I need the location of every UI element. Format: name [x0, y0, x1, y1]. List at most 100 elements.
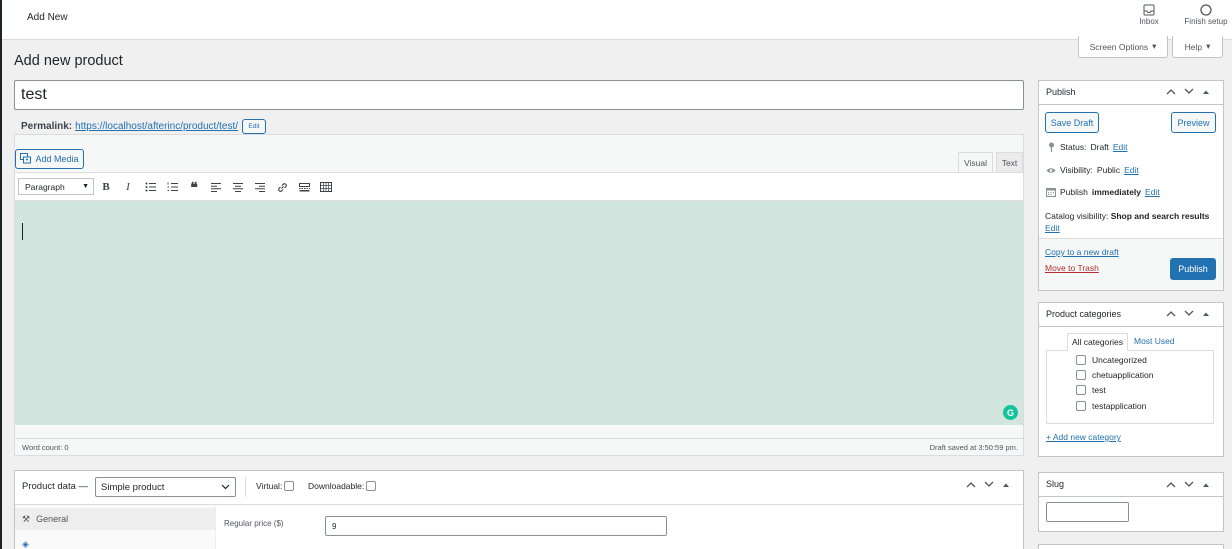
regular-price-input[interactable]: 9 [325, 516, 667, 536]
category-checkbox[interactable] [1076, 354, 1086, 365]
finish-setup-button[interactable]: Finish setup [1180, 4, 1232, 26]
category-label: chetuapplication [1092, 370, 1154, 381]
catalog-label: Catalog visibility: [1045, 211, 1109, 221]
tab-general[interactable]: ⚒ General [15, 508, 216, 530]
align-left-icon[interactable] [208, 179, 224, 195]
tab-text[interactable]: Text [996, 152, 1023, 172]
permalink-label: Permalink: [21, 121, 73, 132]
screen-options-button[interactable]: Screen Options ▾ [1078, 36, 1168, 58]
slug-title: Slug [1046, 479, 1065, 489]
align-center-icon[interactable] [230, 179, 246, 195]
align-right-icon[interactable] [252, 179, 268, 195]
add-media-button[interactable]: Add Media [15, 149, 84, 169]
progress-circle-icon [1180, 4, 1232, 16]
category-label: testapplication [1092, 400, 1147, 411]
publish-edit-link[interactable]: Edit [1145, 187, 1160, 197]
visibility-row: Visibility: Public Edit [1046, 165, 1139, 175]
publish-controls [1166, 88, 1210, 95]
inbox-icon [1134, 4, 1164, 16]
format-select-value: Paragraph [25, 181, 65, 192]
finish-setup-label: Finish setup [1184, 17, 1228, 26]
inbox-label: Inbox [1139, 17, 1159, 26]
slug-input[interactable] [1046, 502, 1129, 522]
move-up-icon[interactable] [966, 481, 976, 488]
publish-title: Publish [1046, 87, 1076, 97]
visibility-label: Visibility: [1060, 165, 1093, 175]
move-down-icon[interactable] [1184, 310, 1194, 317]
italic-icon[interactable]: I [120, 179, 136, 195]
publish-value: immediately [1091, 187, 1142, 197]
caret-down-icon: ▾ [1152, 41, 1157, 51]
publish-button[interactable]: Publish [1170, 258, 1216, 280]
numbered-list-icon[interactable] [164, 179, 180, 195]
move-up-icon[interactable] [1166, 481, 1176, 488]
list-item[interactable]: Uncategorized [1076, 352, 1153, 367]
permalink-edit-button[interactable]: Edit [242, 119, 267, 134]
move-down-icon[interactable] [1184, 88, 1194, 95]
bullet-list-icon[interactable] [142, 179, 158, 195]
list-item[interactable]: chetuapplication [1076, 367, 1153, 382]
editor-body[interactable] [15, 201, 1023, 425]
admin-topbar [0, 0, 1232, 40]
help-label: Help [1184, 41, 1203, 52]
list-item[interactable]: testapplication [1076, 398, 1153, 413]
move-up-icon[interactable] [1166, 88, 1176, 95]
eye-icon [1046, 167, 1056, 174]
publish-label: Publish [1060, 187, 1088, 197]
categories-controls [1166, 310, 1210, 317]
grammarly-icon[interactable]: G [1003, 405, 1018, 420]
virtual-checkbox[interactable] [284, 481, 295, 491]
tab-most-used[interactable]: Most Used [1134, 336, 1175, 346]
move-down-icon[interactable] [1184, 481, 1194, 488]
help-button[interactable]: Help ▾ [1172, 36, 1223, 58]
slug-controls [1166, 481, 1210, 488]
blockquote-icon[interactable]: ❝ [186, 179, 202, 195]
virtual-label: Virtual: [256, 481, 283, 491]
add-new-category-link[interactable]: + Add new category [1046, 432, 1121, 442]
product-title-input[interactable]: test [14, 80, 1024, 110]
catalog-edit-link[interactable]: Edit [1045, 223, 1060, 233]
collapse-icon[interactable] [1202, 88, 1210, 95]
move-up-icon[interactable] [1166, 310, 1176, 317]
downloadable-option: Downloadable: [308, 481, 377, 491]
visibility-edit-link[interactable]: Edit [1124, 165, 1139, 175]
category-checkbox[interactable] [1076, 400, 1086, 411]
move-down-icon[interactable] [984, 481, 994, 488]
downloadable-checkbox[interactable] [366, 481, 377, 491]
read-more-icon[interactable] [296, 179, 312, 195]
catalog-value: Shop and search results [1110, 211, 1210, 221]
status-edit-link[interactable]: Edit [1113, 142, 1128, 152]
collapse-icon[interactable] [1002, 481, 1010, 488]
product-type-select[interactable]: Simple product [95, 477, 236, 497]
pin-icon [1046, 142, 1056, 152]
category-list: Uncategorized chetuapplication test test… [1076, 352, 1153, 414]
tab-all-categories[interactable]: All categories [1067, 333, 1128, 351]
categories-title: Product categories [1046, 309, 1122, 319]
category-label: test [1092, 385, 1106, 396]
category-checkbox[interactable] [1076, 370, 1086, 381]
add-new-link[interactable]: Add New [27, 12, 68, 23]
format-select[interactable]: Paragraph ▼ [18, 178, 94, 195]
inbox-button[interactable]: Inbox [1134, 4, 1164, 26]
bold-icon[interactable]: B [98, 179, 114, 195]
page-title: Add new product [14, 53, 123, 69]
tab-visual[interactable]: Visual [958, 152, 993, 172]
screen-options-label: Screen Options [1089, 41, 1149, 52]
category-checkbox[interactable] [1076, 385, 1086, 396]
regular-price-value: 9 [332, 521, 337, 531]
calendar-icon [1046, 187, 1056, 197]
preview-button[interactable]: Preview [1171, 112, 1216, 133]
link-icon[interactable] [274, 179, 290, 195]
save-draft-button[interactable]: Save Draft [1045, 112, 1099, 133]
downloadable-label: Downloadable: [308, 481, 365, 491]
visibility-value: Public [1096, 165, 1121, 175]
permalink-url[interactable]: https://localhost/afterinc/product/test/ [75, 121, 238, 132]
product-data-controls [966, 481, 1010, 488]
collapse-icon[interactable] [1202, 481, 1210, 488]
list-item[interactable]: test [1076, 383, 1153, 398]
move-to-trash-link[interactable]: Move to Trash [1045, 263, 1099, 273]
copy-draft-link[interactable]: Copy to a new draft [1045, 247, 1119, 257]
schedule-row: Publish immediately Edit [1046, 187, 1160, 197]
toolbar-toggle-icon[interactable] [318, 179, 334, 195]
collapse-icon[interactable] [1202, 310, 1210, 317]
